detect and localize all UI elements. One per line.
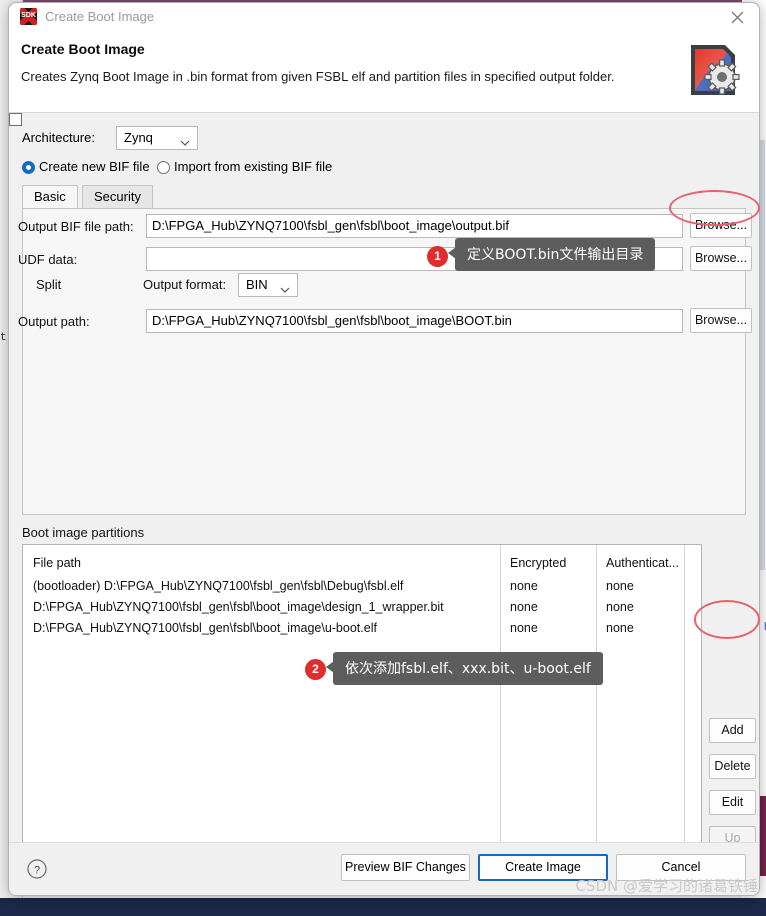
- cell-authenticated: none: [606, 621, 634, 635]
- page-title: Create Boot Image: [21, 41, 145, 57]
- cell-encrypted: none: [510, 579, 538, 593]
- boot-image-gear-icon: [683, 39, 745, 101]
- tab-bar: Basic Security: [22, 185, 746, 209]
- delete-partition-button[interactable]: Delete: [709, 754, 756, 779]
- cell-encrypted: none: [510, 600, 538, 614]
- radio-create-new-bif-label: Create new BIF file: [39, 159, 150, 174]
- output-format-label: Output format:: [143, 277, 227, 292]
- ide-taskbar: [0, 898, 766, 916]
- output-bif-path-value: D:\FPGA_Hub\ZYNQ7100\fsbl_gen\fsbl\boot_…: [152, 218, 509, 233]
- cell-encrypted: none: [510, 621, 538, 635]
- architecture-value: Zynq: [124, 130, 153, 145]
- split-checkbox[interactable]: [9, 113, 22, 126]
- annotation-ellipse-add: [694, 600, 760, 639]
- annotation-marker-2: 2: [305, 659, 326, 680]
- dialog-body: Architecture: Zynq Create new BIF file I…: [9, 113, 759, 895]
- browse-output-path-button[interactable]: Browse...: [690, 308, 752, 333]
- browse-udf-button[interactable]: Browse...: [690, 246, 752, 271]
- add-partition-button[interactable]: Add: [709, 718, 756, 743]
- boot-image-partitions-label: Boot image partitions: [22, 525, 145, 540]
- split-label: Split: [36, 277, 62, 292]
- radio-import-existing-bif-dot: [157, 161, 170, 174]
- close-icon[interactable]: [727, 8, 749, 26]
- preview-bif-changes-button[interactable]: Preview BIF Changes: [341, 854, 470, 881]
- radio-import-existing-bif-label: Import from existing BIF file: [174, 159, 333, 174]
- annotation-marker-1: 1: [427, 246, 448, 267]
- cell-file-path: D:\FPGA_Hub\ZYNQ7100\fsbl_gen\fsbl\boot_…: [33, 621, 377, 635]
- dialog-title: Create Boot Image: [45, 9, 155, 24]
- column-header-file-path[interactable]: File path: [33, 556, 81, 570]
- annotation-callout-2: 依次添加fsbl.elf、xxx.bit、u-boot.elf: [326, 652, 603, 685]
- annotation-ellipse-browse: [669, 190, 760, 226]
- column-header-authenticated[interactable]: Authenticat...: [606, 556, 679, 570]
- chevron-down-icon: [180, 135, 190, 150]
- cell-file-path: (bootloader) D:\FPGA_Hub\ZYNQ7100\fsbl_g…: [33, 579, 404, 593]
- watermark: CSDN @爱学习的诸葛铁锤: [575, 877, 758, 895]
- output-path-label: Output path:: [18, 314, 90, 329]
- output-format-value: BIN: [246, 277, 268, 292]
- cell-authenticated: none: [606, 600, 634, 614]
- cell-file-path: D:\FPGA_Hub\ZYNQ7100\fsbl_gen\fsbl\boot_…: [33, 600, 444, 614]
- output-format-select[interactable]: BIN: [238, 273, 298, 297]
- dialog-titlebar: SDK Create Boot Image: [9, 3, 759, 31]
- output-path-value: D:\FPGA_Hub\ZYNQ7100\fsbl_gen\fsbl\boot_…: [152, 313, 512, 328]
- udf-data-label: UDF data:: [18, 252, 78, 267]
- output-path-input[interactable]: D:\FPGA_Hub\ZYNQ7100\fsbl_gen\fsbl\boot_…: [146, 309, 683, 333]
- chevron-down-icon: [280, 282, 290, 297]
- annotation-callout-1: 定义BOOT.bin文件输出目录: [447, 238, 656, 271]
- radio-create-new-bif-dot: [22, 161, 35, 174]
- dialog-header: Create Boot Image Creates Zynq Boot Imag…: [9, 31, 759, 113]
- tab-security[interactable]: Security: [82, 185, 153, 209]
- page-description: Creates Zynq Boot Image in .bin format f…: [21, 69, 615, 84]
- column-header-encrypted[interactable]: Encrypted: [510, 556, 566, 570]
- cell-authenticated: none: [606, 579, 634, 593]
- edit-partition-button[interactable]: Edit: [709, 790, 756, 815]
- architecture-select[interactable]: Zynq: [116, 126, 198, 150]
- sdk-icon: SDK: [20, 8, 37, 25]
- output-bif-path-label: Output BIF file path:: [18, 219, 134, 234]
- create-boot-image-dialog: SDK Create Boot Image Create Boot Image …: [8, 2, 760, 896]
- output-bif-path-input[interactable]: D:\FPGA_Hub\ZYNQ7100\fsbl_gen\fsbl\boot_…: [146, 214, 683, 238]
- help-circle-icon[interactable]: ?: [27, 859, 47, 879]
- svg-text:?: ?: [34, 865, 40, 877]
- architecture-label: Architecture:: [22, 130, 95, 145]
- tab-basic[interactable]: Basic: [22, 185, 78, 209]
- sdk-icon-label: SDK: [21, 12, 36, 19]
